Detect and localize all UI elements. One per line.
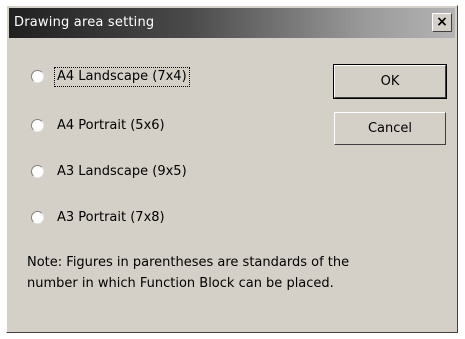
option-label[interactable]: A4 Portrait (5x6) <box>55 117 167 135</box>
dialog-title: Drawing area setting <box>14 15 155 30</box>
radio-button[interactable] <box>31 165 44 178</box>
ok-button[interactable]: OK <box>333 64 447 99</box>
drawing-area-dialog: Drawing area setting × A4 Landscape (7x4… <box>6 5 458 333</box>
note-line: Note: Figures in parentheses are standar… <box>27 255 350 270</box>
close-button[interactable]: × <box>432 13 452 32</box>
dialog-titlebar[interactable]: Drawing area setting × <box>9 8 455 38</box>
radio-button[interactable] <box>31 211 44 224</box>
option-label[interactable]: A3 Portrait (7x8) <box>55 209 167 227</box>
option-label[interactable]: A4 Landscape (7x4) <box>54 67 190 87</box>
note-line: number in which Function Block can be pl… <box>27 276 334 291</box>
option-label[interactable]: A3 Landscape (9x5) <box>55 163 189 181</box>
radio-button[interactable] <box>31 70 44 83</box>
close-icon: × <box>436 14 448 30</box>
radio-button[interactable] <box>31 119 44 132</box>
note-text: Note: Figures in parentheses are standar… <box>27 252 437 294</box>
cancel-button[interactable]: Cancel <box>334 112 446 145</box>
